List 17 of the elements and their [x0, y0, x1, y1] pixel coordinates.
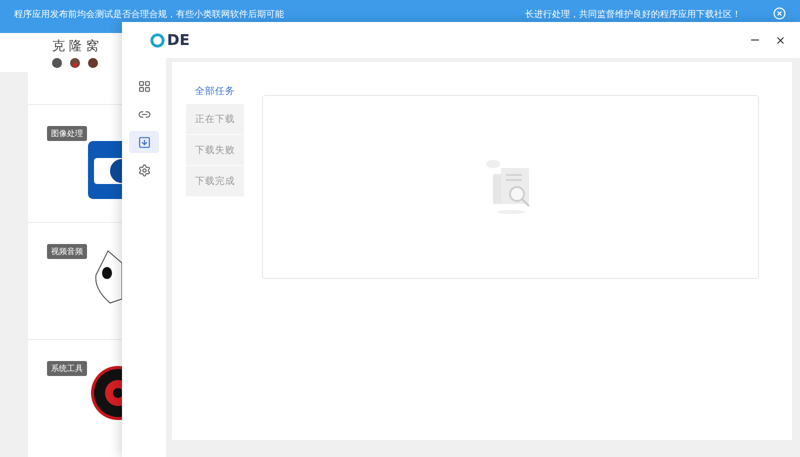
grid-icon: [138, 80, 150, 92]
settings-icon: [138, 164, 150, 176]
tab[interactable]: 下载完成: [186, 166, 244, 197]
ring-logo-icon: [150, 32, 165, 48]
category-tag: 图像处理: [47, 126, 87, 141]
category-tag: 系统工具: [47, 361, 87, 376]
app-logo: DE: [167, 31, 190, 49]
site-logo[interactable]: 克隆窝: [52, 37, 103, 55]
sidebar-button[interactable]: [129, 131, 159, 153]
close-icon: [775, 34, 786, 46]
notice-text: 程序应用发布前均会测试是否合理合规，有些小类联网软件后期可能: [14, 8, 284, 21]
tab[interactable]: 正在下载: [186, 104, 244, 135]
close-icon[interactable]: [773, 7, 786, 20]
tab[interactable]: 下载失败: [186, 135, 244, 166]
notice-text: 长进行处理，共同监督维护良好的程序应用下载社区！: [525, 8, 741, 21]
category-tag: 视频音频: [47, 244, 87, 259]
download-icon: [138, 136, 150, 148]
